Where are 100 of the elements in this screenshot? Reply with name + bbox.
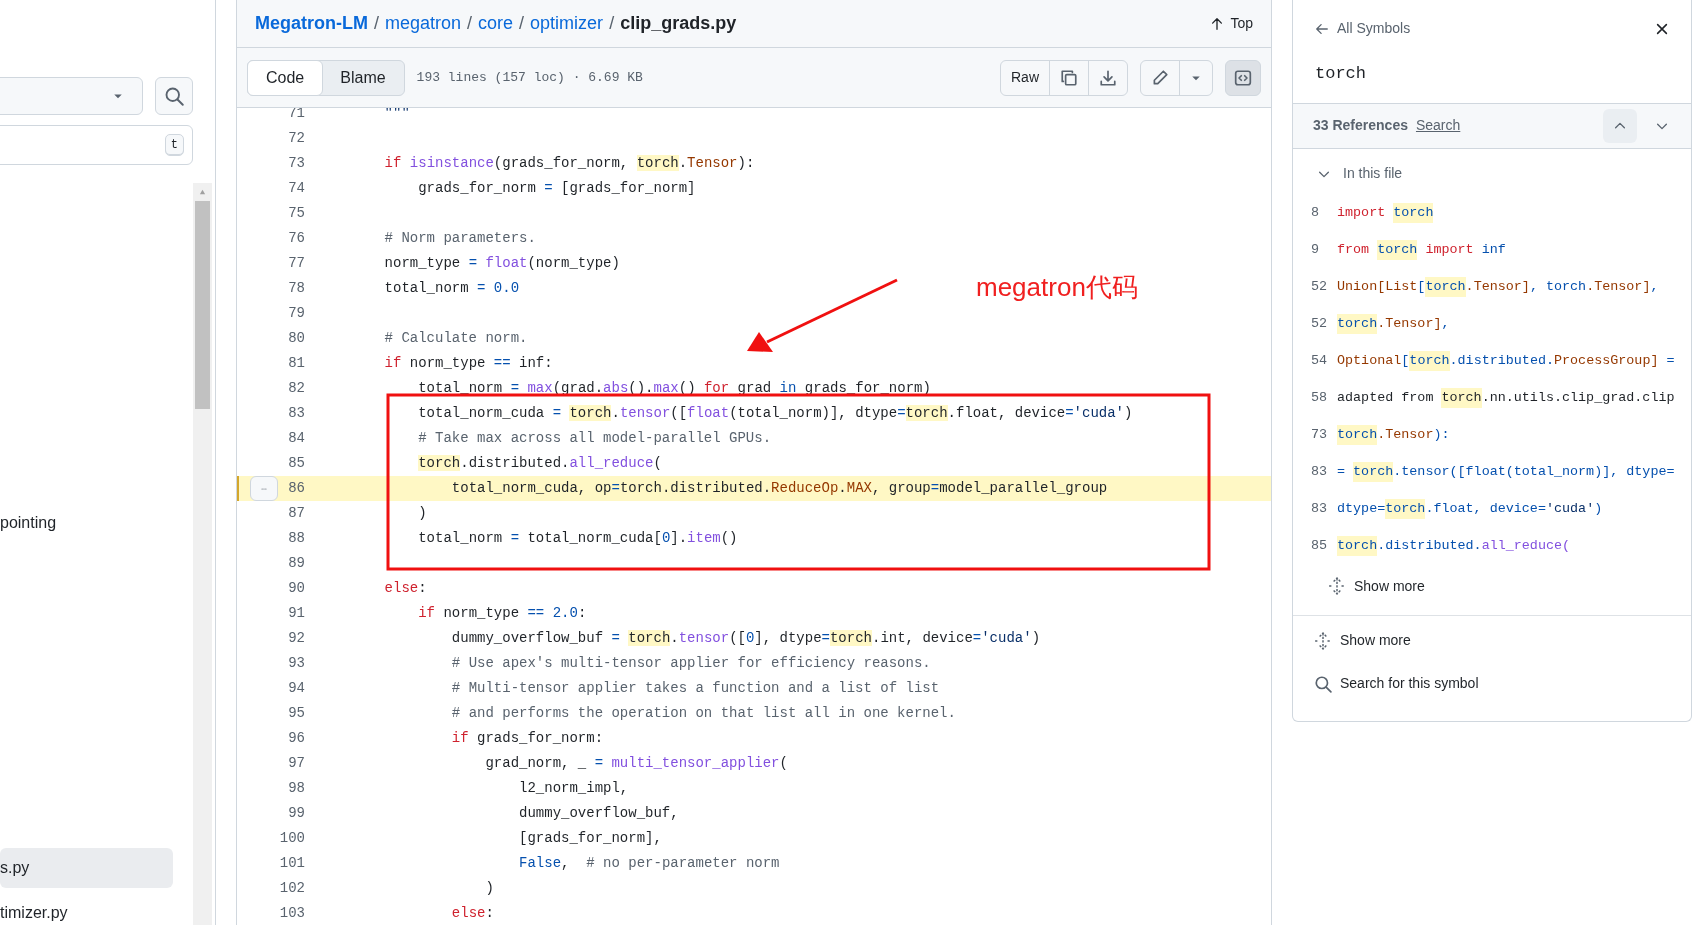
code-row[interactable]: 96 if grads_for_norm: [237, 726, 604, 751]
line-number[interactable]: 91 [279, 601, 305, 626]
line-number[interactable]: 78 [279, 276, 305, 301]
reference-item[interactable]: 83 dtype=torch.float, device='cuda') [1293, 490, 1691, 528]
code-row[interactable]: 100 [grads_for_norm], [237, 826, 662, 851]
show-more-button[interactable]: Show more [1314, 622, 1670, 659]
previous-button[interactable] [1603, 108, 1637, 143]
code-row[interactable]: 88 total_norm = total_norm_cuda[0].item() [237, 526, 738, 551]
symbols-button[interactable] [1225, 59, 1261, 96]
line-number[interactable]: 93 [279, 651, 305, 676]
line-number[interactable]: 83 [279, 401, 305, 426]
code-row[interactable]: 80 # Calculate norm. [237, 326, 528, 351]
line-number[interactable]: 103 [279, 901, 305, 925]
line-number[interactable]: 75 [279, 201, 305, 226]
code-row[interactable]: 91 if norm_type == 2.0: [237, 601, 587, 626]
show-more-button[interactable]: Show more [1328, 568, 1425, 604]
view-tab[interactable]: Code [247, 59, 324, 96]
file-tree-item[interactable]: pointing [0, 503, 173, 543]
reference-item[interactable]: 52 Union[List[torch.Tensor], torch.Tensor], [1293, 268, 1691, 306]
line-number[interactable]: 71 [279, 108, 305, 126]
reference-item[interactable]: 83 = torch.tensor([float(total_norm)], dtype= [1293, 453, 1691, 491]
line-number[interactable]: 82 [279, 376, 305, 401]
line-number[interactable]: 77 [279, 251, 305, 276]
line-number[interactable]: 96 [279, 726, 305, 751]
line-number[interactable]: 76 [279, 226, 305, 251]
reference-item[interactable]: 52 torch.Tensor], [1293, 305, 1691, 343]
code-row[interactable]: 79 [237, 301, 305, 326]
line-number[interactable]: 90 [279, 576, 305, 601]
code-row[interactable]: 77 norm_type = float(norm_type) [237, 251, 620, 276]
line-number[interactable]: 99 [279, 801, 305, 826]
code-row[interactable]: 87 ) [237, 501, 427, 526]
code-row[interactable]: 86 total_norm_cuda, op=torch.distributed.ReduceOp.MAX, group=model_parallel_group [237, 476, 1271, 501]
line-number[interactable]: 85 [279, 451, 305, 476]
code-row[interactable]: 84 # Take max across all model-parallel GPUs. [237, 426, 772, 451]
code-row[interactable]: 72 [237, 126, 305, 151]
code-row[interactable]: 97 grad_norm, _ = multi_tensor_applier( [237, 751, 788, 776]
branch-dropdown[interactable] [0, 77, 143, 115]
line-number[interactable]: 100 [279, 826, 305, 851]
code-row[interactable]: 85 torch.distributed.all_reduce( [237, 451, 662, 476]
filter-field[interactable]: t [0, 125, 193, 165]
code-row[interactable]: 98 l2_norm_impl, [237, 776, 629, 801]
code-row[interactable]: 75 [237, 201, 305, 226]
line-options-button[interactable] [250, 476, 278, 501]
code-row[interactable]: 99 dummy_overflow_buf, [237, 801, 679, 826]
code-row[interactable]: 74 grads_for_norm = [grads_for_norm] [237, 176, 696, 201]
code-row[interactable]: 89 [237, 551, 305, 576]
breadcrumb-link[interactable]: core [478, 10, 514, 37]
line-number[interactable]: 79 [279, 301, 305, 326]
reference-item[interactable]: 58 adapted from torch.nn.utils.clip_grad.clip [1293, 379, 1691, 417]
code-row[interactable]: 93 # Use apex's multi-tensor applier for efficiency reasons. [237, 651, 931, 676]
reference-item[interactable]: 85 torch.distributed.all_reduce( [1293, 527, 1691, 565]
close-icon [1655, 22, 1669, 37]
line-number[interactable]: 80 [279, 326, 305, 351]
code-row[interactable]: 92 dummy_overflow_buf = torch.tensor([0], dtype=torch.int, device='cuda') [237, 626, 1041, 651]
breadcrumb-link[interactable]: megatron [385, 10, 462, 37]
file-tree-item[interactable]: timizer.py [0, 893, 173, 925]
scrollbar-thumb[interactable] [195, 201, 210, 409]
line-number[interactable]: 73 [279, 151, 305, 176]
section-toggle[interactable]: In this file [1293, 152, 1691, 195]
code-row[interactable]: 90 else: [237, 576, 427, 601]
code-row[interactable]: 94 # Multi-tensor applier takes a function and a list of list [237, 676, 940, 701]
line-number[interactable]: 89 [279, 551, 305, 576]
breadcrumb-link[interactable]: optimizer [530, 10, 604, 37]
reference-item[interactable]: 54 Optional[torch.distributed.ProcessGroup] = [1293, 342, 1691, 380]
reference-item[interactable]: 73 torch.Tensor): [1293, 416, 1691, 454]
line-number[interactable]: 86 [279, 476, 305, 501]
line-number[interactable]: 98 [279, 776, 305, 801]
breadcrumb-link[interactable]: Megatron-LM [255, 10, 368, 37]
line-number[interactable]: 84 [279, 426, 305, 451]
line-number[interactable]: 81 [279, 351, 305, 376]
code-row[interactable]: 78 total_norm = 0.0 [237, 276, 520, 301]
search-link[interactable]: Search [1415, 115, 1461, 136]
code-line: l2_norm_impl, [518, 779, 629, 798]
code-row[interactable]: 76 # Norm parameters. [237, 226, 536, 251]
code-row[interactable]: 101 False, # no per-parameter norm [237, 851, 780, 876]
line-number[interactable]: 101 [279, 851, 305, 876]
code-row[interactable]: 83 total_norm_cuda = torch.tensor([float(total_norm)], dtype=torch.float, device='cuda') [237, 401, 1133, 426]
top-link[interactable]: Top [1210, 13, 1253, 34]
line-number[interactable]: 95 [279, 701, 305, 726]
line-number[interactable]: 72 [279, 126, 305, 151]
search-symbol-button[interactable]: Search for this symbol [1314, 665, 1670, 702]
code-row[interactable]: 103 else: [237, 901, 494, 925]
line-number[interactable]: 94 [279, 676, 305, 701]
line-number[interactable]: 102 [279, 876, 305, 901]
code-row[interactable]: 95 # and performs the operation on that list all in one kernel. [237, 701, 956, 726]
code-row[interactable]: 73 if isinstance(grads_for_norm, torch.Tensor): [237, 151, 755, 176]
back-link[interactable]: All Symbols [1315, 18, 1411, 39]
line-number[interactable]: 88 [279, 526, 305, 551]
search-button[interactable] [155, 77, 193, 115]
view-tab[interactable]: Blame [322, 60, 404, 95]
line-number[interactable]: 97 [279, 751, 305, 776]
code-row[interactable]: 81 if norm_type == inf: [237, 351, 553, 376]
reference-item[interactable]: 8 import torch [1293, 194, 1691, 232]
line-number[interactable]: 92 [279, 626, 305, 651]
line-number[interactable]: 74 [279, 176, 305, 201]
reference-item[interactable]: 9 from torch import inf [1293, 231, 1691, 269]
scrollbar[interactable] [193, 183, 212, 925]
line-number[interactable]: 87 [279, 501, 305, 526]
code-row[interactable]: 102 ) [237, 876, 494, 901]
file-tree-item[interactable]: s.py [0, 848, 173, 888]
